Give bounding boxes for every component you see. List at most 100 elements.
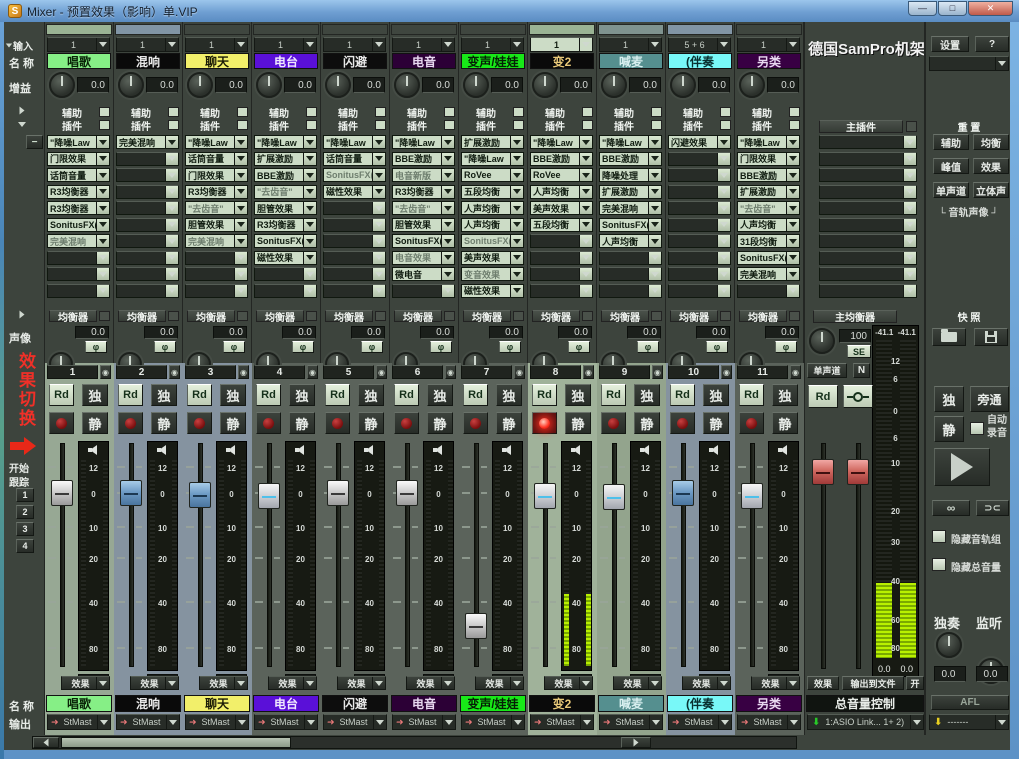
- effect-dropdown-icon[interactable]: [303, 169, 316, 181]
- global-mute-button[interactable]: 静: [934, 416, 964, 442]
- phase-button[interactable]: φ: [154, 341, 176, 353]
- output-dropdown-icon[interactable]: [511, 715, 524, 729]
- phase-button[interactable]: φ: [775, 341, 797, 353]
- snapshot-1-button[interactable]: 1: [16, 488, 34, 502]
- effect-slot-7[interactable]: 31段均衡: [737, 234, 800, 248]
- aux-enable-box[interactable]: [237, 107, 248, 117]
- effect-dropdown-icon[interactable]: [372, 268, 385, 280]
- effect-dropdown-icon[interactable]: [717, 202, 730, 214]
- main-plugin-slot[interactable]: [819, 217, 917, 232]
- hide-trackgroup-checkbox[interactable]: [932, 530, 946, 543]
- effect-slot-10[interactable]: [185, 283, 248, 298]
- effect-dropdown-icon[interactable]: [786, 268, 799, 280]
- output-dropdown-icon[interactable]: [373, 715, 386, 729]
- effect-slot-1[interactable]: "降噪Law: [599, 135, 662, 149]
- solo-level-knob[interactable]: [936, 632, 962, 658]
- effect-dropdown-icon[interactable]: [786, 251, 799, 264]
- fader-track[interactable]: [612, 443, 617, 667]
- effect-slot-7[interactable]: SonitusFX(: [254, 234, 317, 248]
- channel-fx-select[interactable]: 效果: [475, 676, 524, 690]
- mute-button[interactable]: 静: [496, 412, 522, 434]
- fader-handle[interactable]: [51, 480, 73, 506]
- channel-fx-select[interactable]: 效果: [61, 676, 110, 690]
- plugin-enable-box[interactable]: [237, 120, 248, 130]
- channel-fx-select[interactable]: 效果: [613, 676, 662, 690]
- effect-slot-2[interactable]: BBE激励: [530, 151, 593, 166]
- fader-track[interactable]: [681, 443, 686, 667]
- fader-handle[interactable]: [258, 483, 280, 510]
- effect-dropdown-icon[interactable]: [510, 202, 523, 214]
- effect-slot-10[interactable]: [599, 283, 662, 298]
- effect-dropdown-icon[interactable]: [234, 284, 247, 297]
- effect-dropdown-icon[interactable]: [96, 218, 109, 231]
- output-to-file-button[interactable]: 输出到文件: [842, 676, 904, 690]
- gain-knob[interactable]: [118, 72, 144, 98]
- effect-dropdown-icon[interactable]: [717, 169, 730, 181]
- effect-slot-7[interactable]: 完美混响: [185, 234, 248, 248]
- main-plugin-dropdown-icon[interactable]: [903, 152, 916, 165]
- effect-slot-9[interactable]: [323, 267, 386, 281]
- effect-slot-10[interactable]: 磁性效果: [461, 283, 524, 298]
- record-button[interactable]: [739, 412, 764, 434]
- effect-dropdown-icon[interactable]: [303, 284, 316, 297]
- effect-dropdown-icon[interactable]: [441, 218, 454, 231]
- fx-dropdown-icon[interactable]: [165, 677, 178, 689]
- effect-dropdown-icon[interactable]: [165, 284, 178, 297]
- effect-slot-9[interactable]: [668, 267, 731, 281]
- output-dropdown-icon[interactable]: [649, 715, 662, 729]
- input-dropdown-icon[interactable]: [717, 38, 730, 51]
- effect-dropdown-icon[interactable]: [234, 185, 247, 198]
- input-dropdown-icon[interactable]: [234, 38, 247, 51]
- load-snapshot-button[interactable]: [932, 328, 966, 346]
- effect-dropdown-icon[interactable]: [96, 185, 109, 198]
- output-dropdown-icon[interactable]: [235, 715, 248, 729]
- aux-enable-box[interactable]: [789, 107, 800, 117]
- eq-expand-icon[interactable]: [19, 310, 25, 319]
- phase-button[interactable]: φ: [361, 341, 383, 353]
- effect-slot-1[interactable]: 完美混响: [116, 135, 179, 149]
- effect-slot-7[interactable]: SonitusFX(: [461, 234, 524, 248]
- se-button[interactable]: SE: [847, 345, 871, 358]
- gain-knob[interactable]: [187, 72, 213, 98]
- main-plugin-toggle[interactable]: [906, 121, 917, 132]
- effect-slot-5[interactable]: "去齿音": [392, 201, 455, 215]
- fader-track[interactable]: [60, 443, 65, 667]
- fx-dropdown-icon[interactable]: [510, 677, 523, 689]
- effect-slot-7[interactable]: SonitusFX(: [392, 234, 455, 248]
- main-plugin-dropdown-icon[interactable]: [903, 251, 916, 264]
- effect-dropdown-icon[interactable]: [96, 235, 109, 247]
- effect-dropdown-icon[interactable]: [648, 268, 661, 280]
- plugin-collapse-icon[interactable]: [18, 122, 26, 127]
- effect-slot-7[interactable]: [668, 234, 731, 248]
- output-dropdown-icon[interactable]: [580, 715, 593, 729]
- effect-dropdown-icon[interactable]: [372, 152, 385, 165]
- maximize-button[interactable]: □: [938, 1, 967, 16]
- auto-record-checkbox[interactable]: [970, 422, 984, 435]
- link-button[interactable]: ∞: [932, 500, 970, 516]
- effect-dropdown-icon[interactable]: [96, 136, 109, 148]
- gain-knob[interactable]: [601, 72, 627, 98]
- input-select[interactable]: 1: [392, 37, 455, 52]
- effect-dropdown-icon[interactable]: [165, 152, 178, 165]
- effect-dropdown-icon[interactable]: [786, 218, 799, 231]
- master-eq-knob[interactable]: [809, 328, 835, 354]
- effect-slot-4[interactable]: R3均衡器: [47, 184, 110, 199]
- solo-button[interactable]: 独: [82, 384, 108, 406]
- effect-slot-3[interactable]: [116, 168, 179, 182]
- effect-slot-8[interactable]: SonitusFX(: [737, 250, 800, 265]
- record-button[interactable]: [532, 412, 557, 434]
- output-select[interactable]: ➜ StMast: [47, 714, 111, 730]
- effect-slot-6[interactable]: 胆管效果: [392, 217, 455, 232]
- master-fx-button[interactable]: 效果: [807, 676, 839, 690]
- effect-slot-3[interactable]: [668, 168, 731, 182]
- channel-target-button[interactable]: ◉: [169, 365, 180, 379]
- aux-enable-box[interactable]: [513, 107, 524, 117]
- effect-slot-6[interactable]: [116, 217, 179, 232]
- effect-slot-4[interactable]: 人声均衡: [530, 184, 593, 199]
- solo-button[interactable]: 独: [565, 384, 591, 406]
- effect-slot-2[interactable]: [668, 151, 731, 166]
- effect-dropdown-icon[interactable]: [441, 251, 454, 264]
- aux-enable-box[interactable]: [582, 107, 593, 117]
- input-dropdown-icon[interactable]: [648, 38, 661, 51]
- master-fader-left[interactable]: [812, 459, 834, 485]
